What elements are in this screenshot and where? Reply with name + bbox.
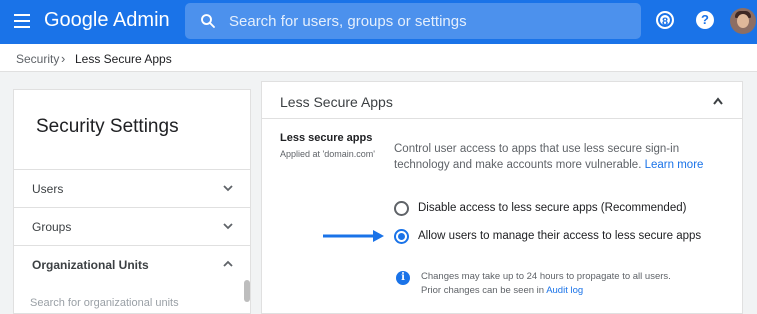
arrow-right-icon bbox=[323, 230, 384, 242]
info-line: Changes may take up to 24 hours to propa… bbox=[421, 271, 671, 282]
breadcrumb-security-link[interactable]: Security bbox=[16, 52, 59, 66]
top-app-bar: Google Admin 8 ? bbox=[0, 0, 757, 44]
sidebar-title: Security Settings bbox=[36, 116, 179, 137]
help-icon[interactable]: ? bbox=[696, 11, 714, 29]
app-logo[interactable]: Google Admin bbox=[44, 9, 170, 32]
chevron-down-icon[interactable] bbox=[222, 182, 234, 194]
setting-name: Less secure apps bbox=[280, 132, 373, 144]
radio-label: Allow users to manage their access to le… bbox=[418, 230, 702, 242]
setting-scope: Applied at 'domain.com' bbox=[280, 149, 375, 159]
less-secure-apps-panel: Less Secure Apps Less secure apps Applie… bbox=[261, 81, 743, 314]
radio-button[interactable] bbox=[394, 201, 409, 216]
sidebar-item-label: Users bbox=[32, 182, 64, 196]
radio-label: Disable access to less secure apps (Reco… bbox=[418, 202, 687, 214]
info-note: Changes may take up to 24 hours to propa… bbox=[421, 270, 671, 298]
sidebar-item-label: Organizational Units bbox=[32, 258, 149, 272]
apps-badge-icon[interactable]: 8 bbox=[656, 11, 674, 29]
security-settings-sidebar: Security Settings Users Groups Organizat… bbox=[13, 89, 251, 314]
info-line-2: Prior changes can be seen in Audit log bbox=[421, 284, 671, 298]
panel-title: Less Secure Apps bbox=[280, 94, 393, 110]
chevron-up-icon[interactable] bbox=[712, 96, 724, 106]
panel-header[interactable]: Less Secure Apps bbox=[262, 82, 742, 119]
chevron-up-icon[interactable] bbox=[222, 258, 234, 270]
chevron-down-icon[interactable] bbox=[222, 220, 234, 232]
breadcrumb-current: Less Secure Apps bbox=[75, 52, 172, 66]
sidebar-item-groups[interactable]: Groups bbox=[14, 207, 250, 245]
audit-log-link[interactable]: Audit log bbox=[546, 285, 583, 296]
description-text: Control user access to apps that use les… bbox=[394, 143, 680, 171]
sidebar-item-organizational-units[interactable]: Organizational Units bbox=[14, 245, 250, 283]
info-line-prefix: Prior changes can be seen in bbox=[421, 285, 545, 296]
setting-description: Control user access to apps that use les… bbox=[394, 141, 724, 173]
sidebar-item-users[interactable]: Users bbox=[14, 169, 250, 207]
learn-more-link[interactable]: Learn more bbox=[645, 159, 704, 171]
chevron-right-icon: › bbox=[61, 51, 66, 66]
search-input[interactable] bbox=[229, 3, 629, 39]
breadcrumb: Security › Less Secure Apps bbox=[0, 44, 757, 72]
sidebar-item-label: Groups bbox=[32, 220, 72, 234]
avatar[interactable] bbox=[730, 8, 756, 34]
sidebar-scrollbar[interactable] bbox=[244, 280, 250, 302]
search-icon bbox=[201, 14, 215, 28]
menu-icon[interactable] bbox=[14, 14, 30, 28]
ou-search-input[interactable] bbox=[30, 297, 230, 309]
search-box[interactable] bbox=[185, 3, 641, 39]
radio-button-selected[interactable] bbox=[394, 229, 409, 244]
info-icon: i bbox=[396, 271, 410, 285]
